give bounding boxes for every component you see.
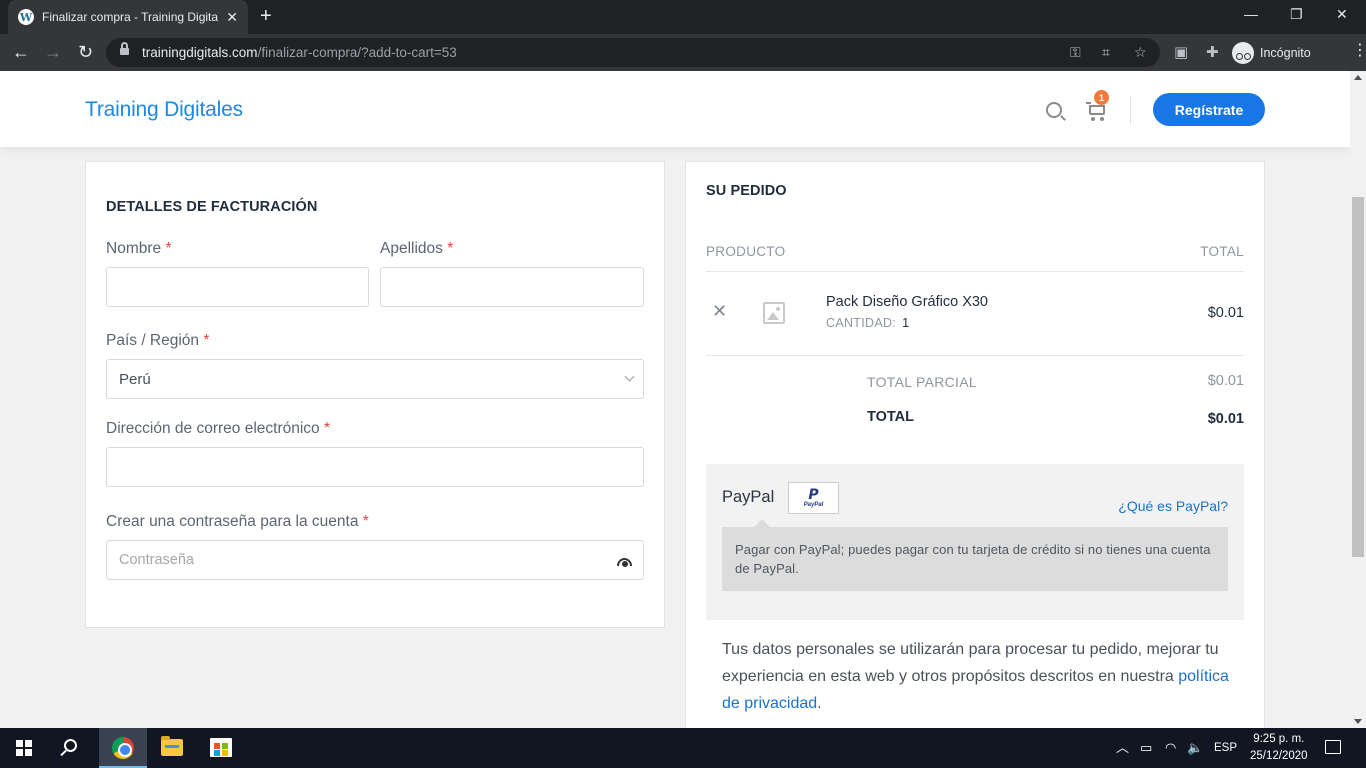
incognito-indicator[interactable]: Incógnito <box>1232 39 1311 66</box>
taskbar-file-explorer[interactable] <box>148 728 196 768</box>
window-close-icon[interactable]: ✕ <box>1336 6 1348 23</box>
folder-icon <box>161 736 183 756</box>
product-name[interactable]: Pack Diseño Gráfico X30 <box>826 294 988 310</box>
search-icon[interactable] <box>1046 102 1062 118</box>
back-icon[interactable]: ← <box>12 42 30 62</box>
tab-title: Finalizar compra - Training Digita <box>42 10 219 24</box>
address-bar[interactable]: trainingdigitals.com/finalizar-compra/?a… <box>106 38 1160 67</box>
browser-tab[interactable]: W Finalizar compra - Training Digita ✕ <box>8 0 248 34</box>
product-price: $0.01 <box>1207 305 1244 321</box>
restore-icon[interactable]: ❐ <box>1290 6 1303 23</box>
first-name-label: Nombre * <box>106 240 172 257</box>
store-icon <box>210 738 232 757</box>
country-select[interactable]: Perú <box>106 359 644 399</box>
notification-icon[interactable] <box>1325 740 1341 754</box>
divider <box>706 355 1244 356</box>
incognito-icon <box>1232 41 1254 64</box>
payment-method-box: PayPal P PayPal ¿Qué es PayPal? Pagar con… <box>706 464 1244 620</box>
order-title: SU PEDIDO <box>706 183 787 199</box>
subtotal-label: TOTAL PARCIAL <box>867 374 977 390</box>
cast-icon[interactable]: ▣ <box>1174 43 1188 61</box>
reload-icon[interactable]: ↻ <box>78 42 93 62</box>
menu-icon[interactable]: ⋮ <box>1352 43 1366 59</box>
paypal-description: Pagar con PayPal; puedes pagar con tu ta… <box>722 519 1228 591</box>
paypal-logo: P PayPal <box>788 482 839 514</box>
plus-icon[interactable]: + <box>260 6 272 26</box>
windows-start-icon[interactable] <box>16 740 32 756</box>
taskbar-clock[interactable]: 9:25 p. m. 25/12/2020 <box>1250 731 1308 765</box>
clock-time: 9:25 p. m. <box>1253 733 1305 745</box>
site-header: Training Digitales 1 Regístrate <box>0 71 1350 147</box>
password-label: Crear una contraseña para la cuenta * <box>106 513 369 530</box>
minimize-icon[interactable]: — <box>1244 6 1258 22</box>
email-input[interactable] <box>106 447 644 487</box>
translate-icon[interactable]: ⌗ <box>1102 44 1110 61</box>
image-placeholder-icon <box>763 302 785 324</box>
last-name-input[interactable] <box>380 267 644 307</box>
volume-icon[interactable]: 🔈 <box>1187 740 1203 756</box>
url-text[interactable]: trainingdigitals.com/finalizar-compra/?a… <box>142 45 457 60</box>
lock-icon[interactable] <box>120 42 129 56</box>
country-value: Perú <box>119 371 151 388</box>
product-column-header: PRODUCTO <box>706 244 786 259</box>
clock-date: 25/12/2020 <box>1250 750 1308 762</box>
browser-tab-bar: W Finalizar compra - Training Digita ✕ +… <box>0 0 1366 34</box>
forward-icon[interactable]: → <box>44 42 62 62</box>
scroll-down-icon[interactable] <box>1354 719 1362 724</box>
cart-count-badge: 1 <box>1094 90 1109 105</box>
wordpress-icon: W <box>18 9 34 25</box>
browser-toolbar: ← → ↻ trainingdigitals.com/finalizar-com… <box>0 34 1366 71</box>
order-summary-panel: SU PEDIDO PRODUCTO TOTAL ✕ Pack Diseño G… <box>685 161 1265 728</box>
register-button[interactable]: Regístrate <box>1153 93 1265 126</box>
first-name-input[interactable] <box>106 267 369 307</box>
paypal-option-label[interactable]: PayPal <box>722 488 774 507</box>
password-input[interactable]: Contraseña <box>106 540 644 580</box>
header-divider <box>1130 95 1131 125</box>
taskbar-search-icon[interactable] <box>64 739 77 752</box>
close-icon[interactable]: ✕ <box>226 9 238 26</box>
privacy-notice: Tus datos personales se utilizarán para … <box>722 641 1229 712</box>
incognito-label: Incógnito <box>1260 45 1311 60</box>
site-logo[interactable]: Training Digitales <box>85 98 243 122</box>
battery-icon[interactable]: ▭ <box>1140 740 1152 756</box>
remove-item-icon[interactable]: ✕ <box>712 302 727 320</box>
total-value: $0.01 <box>1207 411 1244 427</box>
taskbar-store[interactable] <box>197 728 245 768</box>
chevron-down-icon <box>624 371 635 382</box>
star-icon[interactable]: ☆ <box>1134 44 1147 61</box>
scroll-thumb[interactable] <box>1352 197 1364 557</box>
language-indicator[interactable]: ESP <box>1214 740 1237 756</box>
subtotal-value: $0.01 <box>1207 373 1244 389</box>
taskbar-chrome[interactable] <box>99 728 147 768</box>
page-viewport: Training Digitales 1 Regístrate DETALLES… <box>0 71 1350 728</box>
scroll-up-icon[interactable] <box>1354 75 1362 80</box>
what-is-paypal-link[interactable]: ¿Qué es PayPal? <box>1118 498 1228 514</box>
windows-taskbar: ︿ ▭ ◠ 🔈 ESP 9:25 p. m. 25/12/2020 <box>0 728 1366 768</box>
eye-icon[interactable] <box>617 558 632 567</box>
wifi-icon[interactable]: ◠ <box>1165 740 1176 756</box>
product-quantity: CANTIDAD: 1 <box>826 316 910 330</box>
key-icon[interactable]: ⚿ <box>1070 44 1081 61</box>
billing-title: DETALLES DE FACTURACIÓN <box>106 199 318 215</box>
password-placeholder: Contraseña <box>119 552 194 568</box>
divider <box>706 271 1244 272</box>
total-label: TOTAL <box>867 409 914 425</box>
email-label: Dirección de correo electrónico * <box>106 420 331 437</box>
page-scrollbar[interactable] <box>1350 71 1366 728</box>
country-label: País / Región * <box>106 332 210 349</box>
chevron-up-icon[interactable]: ︿ <box>1116 740 1129 756</box>
last-name-label: Apellidos * <box>380 240 454 257</box>
chrome-icon <box>112 737 134 759</box>
total-column-header: TOTAL <box>1200 244 1244 259</box>
billing-details-panel: DETALLES DE FACTURACIÓN Nombre * Apellid… <box>85 161 665 628</box>
cart-icon[interactable] <box>1086 102 1108 122</box>
extensions-icon[interactable]: ✚ <box>1206 43 1219 61</box>
